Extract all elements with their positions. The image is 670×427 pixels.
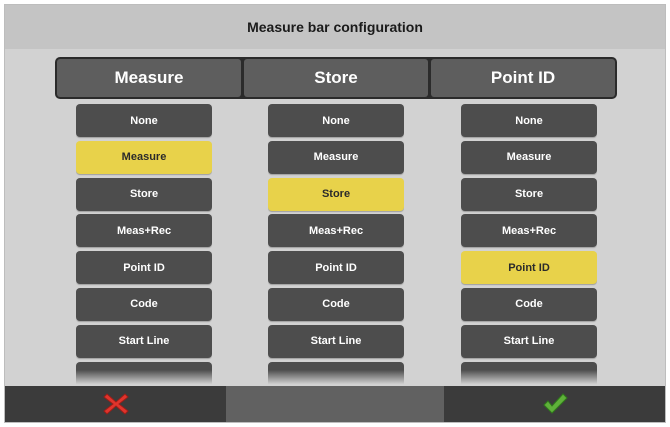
close-x-icon [102, 393, 129, 415]
option-button[interactable]: Point ID [76, 251, 212, 285]
option-button[interactable]: Meas+Rec [461, 214, 597, 248]
option-button[interactable]: Start Line [268, 324, 404, 358]
footer-center-panel [226, 386, 444, 422]
option-button[interactable]: None [76, 104, 212, 137]
footer-bar [5, 386, 665, 422]
option-list-point-id[interactable]: None Measure Store Meas+Rec Point ID Code Star… [461, 104, 597, 388]
option-button[interactable]: Store [461, 177, 597, 211]
option-button[interactable] [76, 361, 212, 388]
option-button[interactable]: Point ID [461, 251, 597, 285]
option-button[interactable]: Measure [268, 140, 404, 174]
option-button[interactable]: None [461, 104, 597, 137]
option-button[interactable]: Start Line [76, 324, 212, 358]
option-button[interactable]: Code [76, 287, 212, 321]
option-button[interactable]: Store [268, 177, 404, 211]
column-header-point-id: Point ID [431, 59, 615, 97]
confirm-button[interactable] [444, 386, 665, 422]
column-header-store: Store [244, 59, 428, 97]
option-list-store[interactable]: None Measure Store Meas+Rec Point ID Code Star… [268, 104, 404, 388]
cancel-button[interactable] [5, 386, 226, 422]
option-button[interactable]: Point ID [268, 251, 404, 285]
column-header-measure: Measure [57, 59, 241, 97]
option-button[interactable]: None [268, 104, 404, 137]
option-button[interactable] [268, 361, 404, 388]
option-button[interactable]: Meas+Rec [76, 214, 212, 248]
option-button[interactable]: Code [268, 287, 404, 321]
option-button[interactable]: Measure [461, 140, 597, 174]
column-headers: Measure Store Point ID [55, 57, 617, 99]
option-button[interactable]: Start Line [461, 324, 597, 358]
dialog-title: Measure bar configuration [5, 5, 665, 49]
option-button[interactable] [461, 361, 597, 388]
option-button[interactable]: Meas+Rec [268, 214, 404, 248]
option-list-measure[interactable]: None Measure Store Meas+Rec Point ID Code Star… [76, 104, 212, 388]
option-button[interactable]: Code [461, 287, 597, 321]
option-button[interactable]: Measure [76, 140, 212, 174]
dialog: Measure bar configuration Measure Store … [4, 4, 666, 423]
checkmark-icon [542, 393, 568, 414]
option-button[interactable]: Store [76, 177, 212, 211]
